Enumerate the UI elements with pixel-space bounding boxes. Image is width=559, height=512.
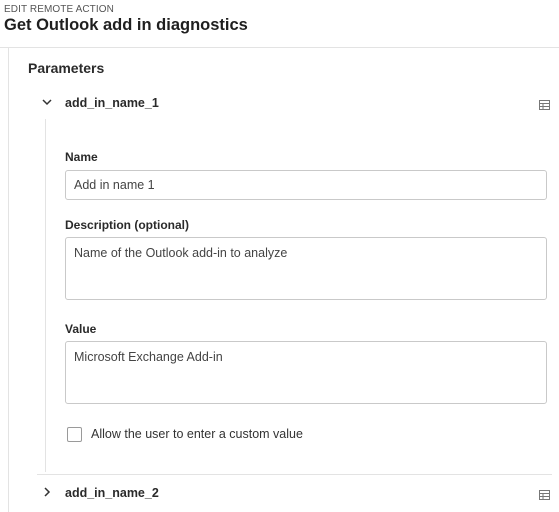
parameter-divider	[37, 474, 552, 475]
parameters-panel: Parameters add_in_name_1 Name Descriptio…	[8, 48, 559, 512]
section-title: Parameters	[28, 60, 105, 76]
table-icon[interactable]	[539, 97, 550, 110]
description-label: Description (optional)	[65, 218, 189, 232]
table-icon[interactable]	[539, 487, 550, 500]
chevron-down-icon[interactable]	[39, 93, 55, 113]
page-eyebrow: EDIT REMOTE ACTION	[4, 4, 114, 15]
allow-custom-value-checkbox[interactable]	[67, 427, 82, 442]
chevron-right-icon[interactable]	[39, 483, 55, 503]
page-title: Get Outlook add in diagnostics	[4, 16, 248, 34]
parameter-name: add_in_name_1	[65, 96, 159, 110]
allow-custom-value-label: Allow the user to enter a custom value	[91, 427, 303, 441]
parameter-name: add_in_name_2	[65, 486, 159, 500]
name-label: Name	[65, 150, 98, 164]
value-textarea[interactable]: Microsoft Exchange Add-in	[65, 341, 547, 404]
parameter-row-add-in-name-2[interactable]: add_in_name_2	[37, 483, 552, 507]
parameter-row-add-in-name-1[interactable]: add_in_name_1	[37, 93, 552, 117]
name-input[interactable]	[65, 170, 547, 200]
page-header: EDIT REMOTE ACTION Get Outlook add in di…	[0, 0, 559, 48]
value-label: Value	[65, 322, 97, 336]
parameter-body: Name Description (optional) Name of the …	[45, 119, 552, 472]
description-textarea[interactable]: Name of the Outlook add-in to analyze	[65, 237, 547, 300]
